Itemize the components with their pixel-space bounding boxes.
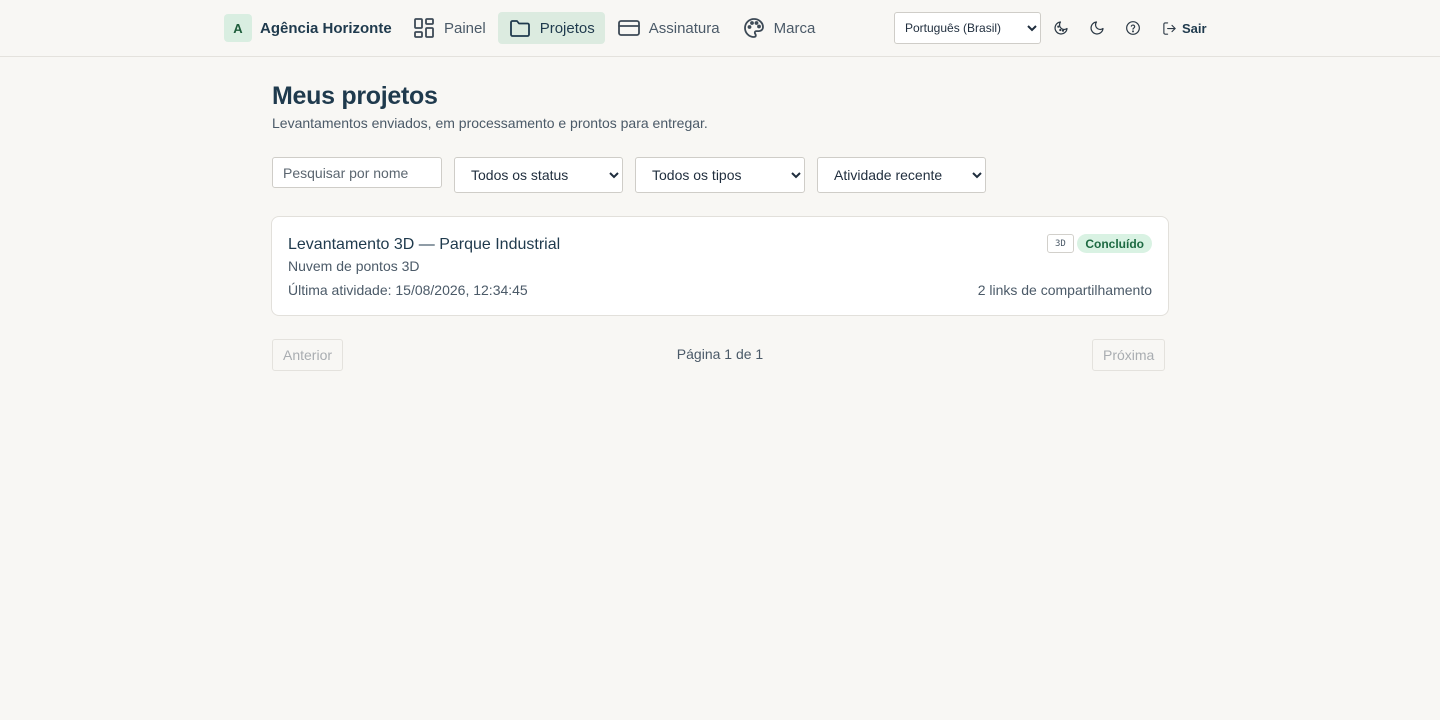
sort-select[interactable]: Atividade recente [817,157,986,193]
search-input[interactable] [272,157,442,188]
type-filter-select[interactable]: Todos os tipos [635,157,805,193]
logout-button[interactable]: Sair [1162,14,1207,42]
logout-label: Sair [1182,20,1207,36]
brand-avatar: A [224,14,252,42]
help-button[interactable] [1121,16,1145,40]
language-select[interactable]: Português (Brasil) [894,12,1041,44]
type-badge: 3D [1047,234,1074,253]
dashboard-icon [414,18,434,38]
project-card[interactable]: Levantamento 3D — Parque Industrial 3D C… [271,216,1169,316]
nav-item-marca[interactable]: Marca [732,12,826,44]
page-title: Meus projetos [272,82,438,110]
nav-item-painel[interactable]: Painel [402,12,496,44]
theme-auto-icon [1054,21,1068,35]
nav-item-label: Projetos [539,19,595,37]
nav-item-label: Painel [444,19,486,37]
brand[interactable]: A Agência Horizonte [224,14,392,42]
nav-item-projetos[interactable]: Projetos [497,12,605,44]
main-nav: Painel Projetos Assinatura Marca [402,12,825,44]
share-links-count: 2 links de compartilhamento [977,282,1152,298]
moon-icon [1090,21,1104,35]
brand-name: Agência Horizonte [260,19,392,37]
status-badge: Concluído [1077,234,1152,253]
logout-icon [1163,21,1176,35]
credit-card-icon [617,20,640,36]
page-subtitle: Levantamentos enviados, em processamento… [272,115,708,131]
palette-icon [743,18,764,38]
help-icon [1126,21,1140,35]
theme-auto-button[interactable] [1049,16,1073,40]
nav-item-label: Marca [773,19,816,37]
status-filter-select[interactable]: Todos os status [454,157,623,193]
nav-item-assinatura[interactable]: Assinatura [607,12,730,44]
page-info: Página 1 de 1 [676,346,764,362]
project-type: Nuvem de pontos 3D [288,258,420,274]
last-activity: Última atividade: 15/08/2026, 12:34:45 [288,282,528,298]
previous-page-button[interactable]: Anterior [272,339,344,371]
nav-item-label: Assinatura [648,19,720,37]
dark-mode-button[interactable] [1085,16,1109,40]
folder-icon [509,20,530,37]
top-navigation-bar: A Agência Horizonte Painel Projetos Assi… [0,0,1440,57]
next-page-button[interactable]: Próxima [1092,339,1166,371]
project-title[interactable]: Levantamento 3D — Parque Industrial [288,236,560,254]
